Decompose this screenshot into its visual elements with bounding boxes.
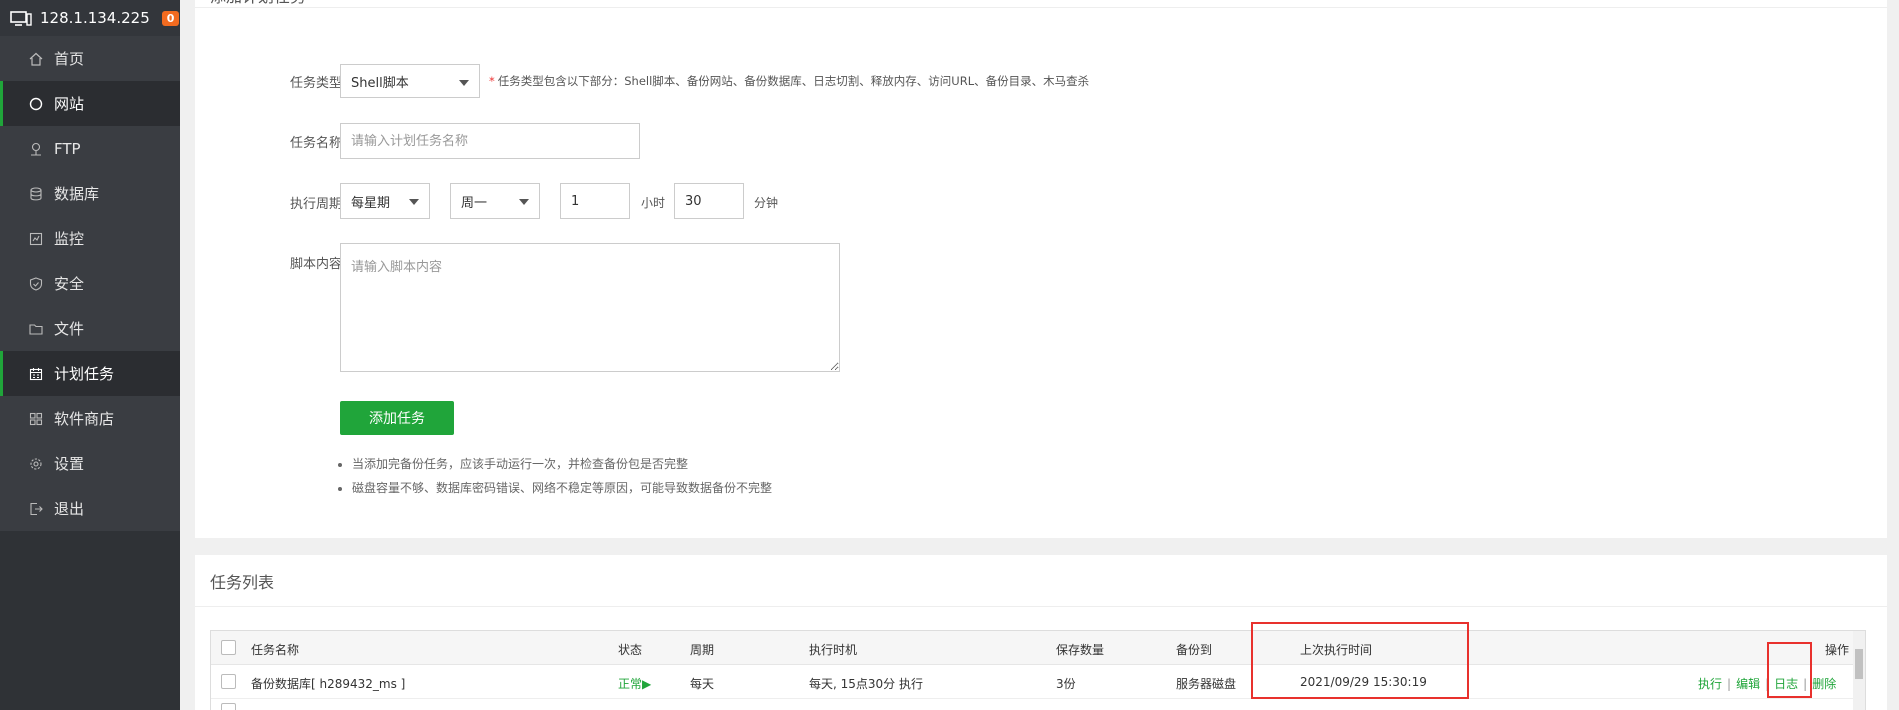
weekday-value: 周一 bbox=[461, 195, 488, 211]
sidebar-item-security[interactable]: 安全 bbox=[0, 261, 180, 306]
sidebar-item-label: 退出 bbox=[54, 500, 85, 518]
task-type-value: Shell脚本 bbox=[351, 75, 409, 91]
period-label: 执行周期 bbox=[289, 197, 342, 212]
home-icon bbox=[28, 51, 44, 67]
sidebar-item-label: 网站 bbox=[54, 95, 85, 113]
chevron-down-icon bbox=[409, 199, 419, 205]
sidebar-item-logout[interactable]: 退出 bbox=[0, 486, 180, 531]
database-icon bbox=[28, 186, 44, 202]
column-header: 操作 bbox=[1825, 643, 1850, 657]
sidebar-item-website[interactable]: 网站 bbox=[0, 81, 180, 126]
panel-title: 添加计划任务 bbox=[195, 0, 1887, 8]
gear-icon bbox=[28, 456, 44, 472]
table-row bbox=[211, 699, 1865, 710]
table-scrollbar[interactable] bbox=[1853, 631, 1865, 710]
task-type-hint: * 任务类型包含以下部分：Shell脚本、备份网站、备份数据库、日志切割、释放内存… bbox=[489, 74, 1090, 88]
period-cell: 每天 bbox=[690, 677, 715, 691]
shield-icon bbox=[28, 276, 44, 292]
run-link[interactable]: 执行 bbox=[1698, 677, 1722, 691]
select-all-checkbox[interactable] bbox=[221, 640, 236, 655]
sidebar-item-settings[interactable]: 设置 bbox=[0, 441, 180, 486]
monitor-icon bbox=[10, 10, 32, 26]
minute-unit: 分钟 bbox=[754, 196, 779, 210]
column-header: 状态 bbox=[618, 643, 643, 657]
script-content-textarea[interactable] bbox=[340, 243, 840, 372]
table-header: 任务名称 状态 周期 执行时机 保存数量 备份到 上次执行时间 操作 bbox=[211, 631, 1865, 665]
task-name-cell: 备份数据库[ h289432_ms ] bbox=[251, 677, 406, 691]
sidebar-item-ftp[interactable]: FTP bbox=[0, 126, 180, 171]
ftp-icon bbox=[28, 141, 44, 157]
column-header: 执行时机 bbox=[809, 643, 858, 657]
sidebar-item-label: 计划任务 bbox=[54, 365, 115, 383]
calendar-icon bbox=[28, 366, 44, 382]
task-type-label: 任务类型 bbox=[289, 76, 342, 91]
globe-icon bbox=[28, 96, 44, 112]
chevron-down-icon bbox=[519, 199, 529, 205]
period-select[interactable]: 每星期 bbox=[340, 183, 430, 219]
script-label: 脚本内容 bbox=[289, 257, 342, 272]
add-task-panel: 添加计划任务 任务类型 Shell脚本 *任务类型包含以下部分：Shell脚本、… bbox=[195, 0, 1887, 538]
highlight-last-run bbox=[1251, 622, 1469, 699]
sidebar-item-label: FTP bbox=[54, 139, 81, 158]
task-table: 任务名称 状态 周期 执行时机 保存数量 备份到 上次执行时间 操作 备份数据库… bbox=[210, 630, 1866, 710]
column-header: 周期 bbox=[690, 643, 715, 657]
delete-link[interactable]: 删除 bbox=[1812, 677, 1836, 691]
task-list-panel: 任务列表 任务名称 状态 周期 执行时机 保存数量 备份到 上次执行时间 操作 … bbox=[195, 555, 1887, 710]
sidebar-item-label: 监控 bbox=[54, 230, 85, 248]
timing-cell: 每天, 15点30分 执行 bbox=[809, 677, 923, 691]
folder-icon bbox=[28, 321, 44, 337]
edit-link[interactable]: 编辑 bbox=[1736, 677, 1760, 691]
sidebar-item-label: 首页 bbox=[54, 50, 85, 68]
sidebar-item-label: 文件 bbox=[54, 320, 85, 338]
table-row: 备份数据库[ h289432_ms ] 正常▶ 每天 每天, 15点30分 执行… bbox=[211, 665, 1865, 699]
task-type-select[interactable]: Shell脚本 bbox=[340, 64, 480, 98]
note-item: 当添加完备份任务，应该手动运行一次，并检查备份包是否完整 bbox=[352, 455, 772, 472]
sidebar-item-cron[interactable]: 计划任务 bbox=[0, 351, 180, 396]
notification-badge[interactable]: 0 bbox=[161, 10, 180, 26]
task-name-input[interactable] bbox=[340, 123, 640, 159]
weekday-select[interactable]: 周一 bbox=[450, 183, 540, 219]
chevron-down-icon bbox=[459, 80, 469, 86]
server-ip: 128.1.134.225 bbox=[40, 9, 150, 27]
backup-target-cell: 服务器磁盘 bbox=[1176, 677, 1237, 691]
hour-unit: 小时 bbox=[641, 196, 666, 210]
monitor-icon bbox=[28, 231, 44, 247]
period-value: 每星期 bbox=[351, 195, 391, 211]
server-header: 128.1.134.225 0 bbox=[0, 0, 180, 36]
scrollbar-thumb[interactable] bbox=[1855, 649, 1863, 679]
sidebar-item-files[interactable]: 文件 bbox=[0, 306, 180, 351]
sidebar-item-label: 数据库 bbox=[54, 185, 100, 203]
apps-icon bbox=[28, 411, 44, 427]
sidebar-item-label: 安全 bbox=[54, 275, 85, 293]
sidebar-item-label: 软件商店 bbox=[54, 410, 115, 428]
hour-input[interactable] bbox=[560, 183, 630, 219]
keep-count-cell: 3份 bbox=[1056, 677, 1076, 691]
sidebar-item-label: 设置 bbox=[54, 455, 85, 473]
sidebar-item-database[interactable]: 数据库 bbox=[0, 171, 180, 216]
minute-input[interactable] bbox=[674, 183, 744, 219]
notes-list: 当添加完备份任务，应该手动运行一次，并检查备份包是否完整 磁盘容量不够、数据库密… bbox=[338, 455, 772, 503]
task-type-hint-text: 任务类型包含以下部分：Shell脚本、备份网站、备份数据库、日志切割、释放内存、… bbox=[497, 74, 1090, 88]
highlight-log-link bbox=[1767, 642, 1812, 698]
row-checkbox[interactable] bbox=[221, 674, 236, 689]
add-task-button[interactable]: 添加任务 bbox=[340, 401, 454, 435]
task-name-label: 任务名称 bbox=[289, 136, 342, 151]
panel-title: 任务列表 bbox=[195, 555, 1887, 607]
logout-icon bbox=[28, 501, 44, 517]
status-toggle[interactable]: 正常▶ bbox=[618, 675, 651, 692]
sidebar: 128.1.134.225 0 首页 网站 FTP 数据库 监控 安全 文件 计… bbox=[0, 0, 180, 710]
sidebar-menu: 首页 网站 FTP 数据库 监控 安全 文件 计划任务 软件商店 设置 退出 bbox=[0, 36, 180, 531]
note-item: 磁盘容量不够、数据库密码错误、网络不稳定等原因，可能导致数据备份不完整 bbox=[352, 479, 772, 496]
sidebar-item-home[interactable]: 首页 bbox=[0, 36, 180, 81]
column-header: 保存数量 bbox=[1056, 643, 1105, 657]
column-header: 备份到 bbox=[1176, 643, 1213, 657]
row-checkbox[interactable] bbox=[221, 703, 236, 710]
column-header: 任务名称 bbox=[251, 643, 300, 657]
sidebar-item-store[interactable]: 软件商店 bbox=[0, 396, 180, 441]
sidebar-item-monitor[interactable]: 监控 bbox=[0, 216, 180, 261]
